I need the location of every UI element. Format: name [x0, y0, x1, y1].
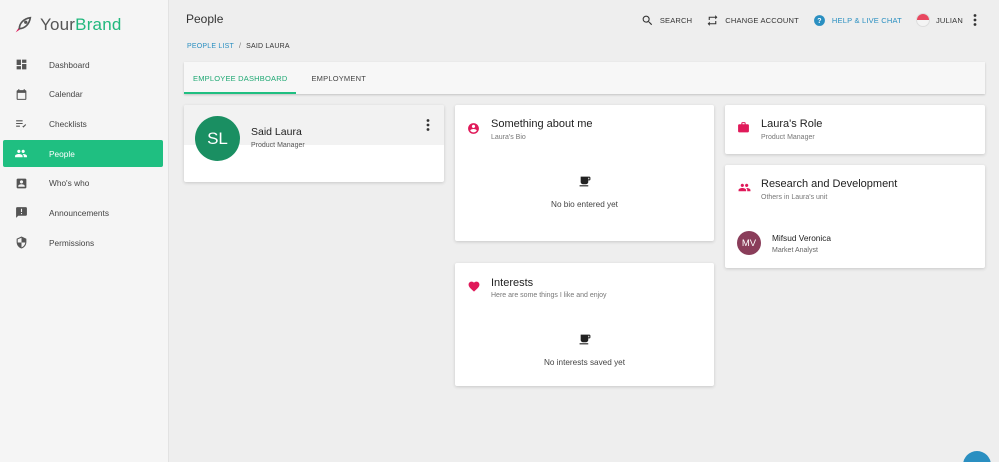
empty-state-text: No interests saved yet — [543, 358, 625, 367]
change-account-button[interactable]: CHANGE ACCOUNT — [706, 14, 799, 27]
sidebar-item-people[interactable]: People — [3, 140, 163, 168]
svg-text:?: ? — [817, 17, 821, 24]
about-me-card: Something about me Laura's Bio No bio en… — [455, 105, 714, 241]
user-menu[interactable]: JULIAN — [915, 13, 963, 27]
card-title: Laura's Role — [761, 118, 823, 130]
search-button[interactable]: SEARCH — [641, 14, 692, 27]
brand-logo[interactable]: YourBrand — [12, 12, 122, 38]
interests-card: Interests Here are some things I like an… — [455, 263, 714, 386]
search-label: SEARCH — [659, 15, 693, 25]
card-title: Research and Development — [761, 178, 898, 190]
user-name: JULIAN — [935, 15, 963, 25]
card-subtitle: Product Manager — [761, 134, 815, 141]
breadcrumb-people-list[interactable]: PEOPLE LIST — [187, 43, 234, 50]
sidebar-item-whos-who[interactable]: Who's who — [3, 170, 163, 197]
sidebar-item-label: People — [49, 148, 75, 159]
help-label: HELP & LIVE CHAT — [831, 15, 902, 25]
help-icon: ? — [814, 14, 825, 26]
sidebar-item-dashboard[interactable]: Dashboard — [3, 51, 163, 78]
profile-avatar: SL — [195, 116, 240, 161]
unit-card: Research and Development Others in Laura… — [725, 165, 985, 268]
sidebar: YourBrand Dashboard Calendar Checklists … — [0, 0, 169, 462]
account-circle-icon — [468, 123, 479, 134]
coffee-cup-icon — [579, 176, 590, 187]
more-vert-icon[interactable] — [426, 119, 430, 131]
sidebar-item-label: Dashboard — [49, 59, 90, 70]
sidebar-item-label: Who's who — [49, 178, 90, 189]
profile-role: Product Manager — [251, 142, 305, 149]
top-actions: SEARCH CHANGE ACCOUNT ? HELP & LIVE CHAT… — [627, 10, 977, 30]
sidebar-item-calendar[interactable]: Calendar — [3, 81, 163, 108]
card-title: Interests — [491, 277, 534, 289]
briefcase-icon — [738, 122, 749, 133]
shield-icon — [14, 236, 28, 250]
help-chat-button[interactable]: ? HELP & LIVE CHAT — [813, 14, 902, 27]
rocket-icon — [15, 16, 32, 33]
member-name: Mifsud Veronica — [772, 232, 832, 243]
profile-name: Said Laura — [251, 126, 302, 138]
tab-bar: EMPLOYEE DASHBOARD EMPLOYMENT — [184, 62, 985, 94]
role-card: Laura's Role Product Manager — [725, 105, 985, 154]
dashboard-icon — [14, 58, 28, 72]
swap-icon — [707, 14, 718, 26]
people-icon — [14, 147, 28, 161]
sidebar-item-permissions[interactable]: Permissions — [3, 229, 163, 256]
unit-member[interactable]: MV Mifsud Veronica Market Analyst — [737, 231, 831, 255]
profile-card: SL Said Laura Product Manager — [184, 105, 444, 182]
heart-icon — [468, 281, 480, 292]
empty-state: No bio entered yet — [455, 175, 714, 212]
chat-fab-button[interactable] — [963, 451, 991, 462]
sidebar-item-label: Checklists — [49, 118, 87, 129]
change-account-label: CHANGE ACCOUNT — [725, 15, 799, 25]
breadcrumb-current: SAID LAURA — [246, 43, 290, 50]
more-vert-icon[interactable] — [973, 14, 977, 26]
coffee-cup-icon — [579, 334, 590, 345]
tab-employment[interactable]: EMPLOYMENT — [302, 62, 375, 94]
sidebar-nav: Dashboard Calendar Checklists People Who… — [3, 51, 163, 259]
card-subtitle: Laura's Bio — [491, 134, 526, 141]
card-subtitle: Others in Laura's unit — [761, 194, 828, 201]
sidebar-item-label: Announcements — [49, 207, 109, 218]
sidebar-item-checklists[interactable]: Checklists — [3, 110, 163, 137]
checklist-icon — [14, 117, 28, 131]
top-bar: People SEARCH CHANGE ACCOUNT ? HELP & LI… — [169, 0, 999, 40]
member-avatar: MV — [737, 231, 761, 255]
empty-state-text: No bio entered yet — [551, 200, 618, 209]
card-subtitle: Here are some things I like and enjoy — [491, 292, 607, 299]
tab-employee-dashboard[interactable]: EMPLOYEE DASHBOARD — [184, 62, 297, 94]
page-title: People — [186, 12, 224, 26]
search-icon — [642, 15, 652, 25]
member-role: Market Analyst — [772, 246, 818, 254]
sidebar-item-label: Permissions — [49, 237, 95, 248]
contact-card-icon — [14, 176, 28, 190]
breadcrumb: PEOPLE LIST / SAID LAURA — [187, 43, 290, 50]
brand-name-part2: Brand — [75, 15, 122, 34]
sidebar-item-announcements[interactable]: Announcements — [3, 199, 163, 226]
breadcrumb-separator: / — [238, 43, 242, 50]
user-avatar — [915, 13, 930, 27]
sidebar-item-label: Calendar — [49, 89, 83, 100]
brand-name-part1: Your — [40, 15, 76, 34]
calendar-icon — [14, 87, 28, 101]
announcement-icon — [14, 206, 28, 220]
empty-state: No interests saved yet — [455, 333, 714, 370]
card-title: Something about me — [491, 118, 593, 130]
group-icon — [738, 183, 751, 192]
